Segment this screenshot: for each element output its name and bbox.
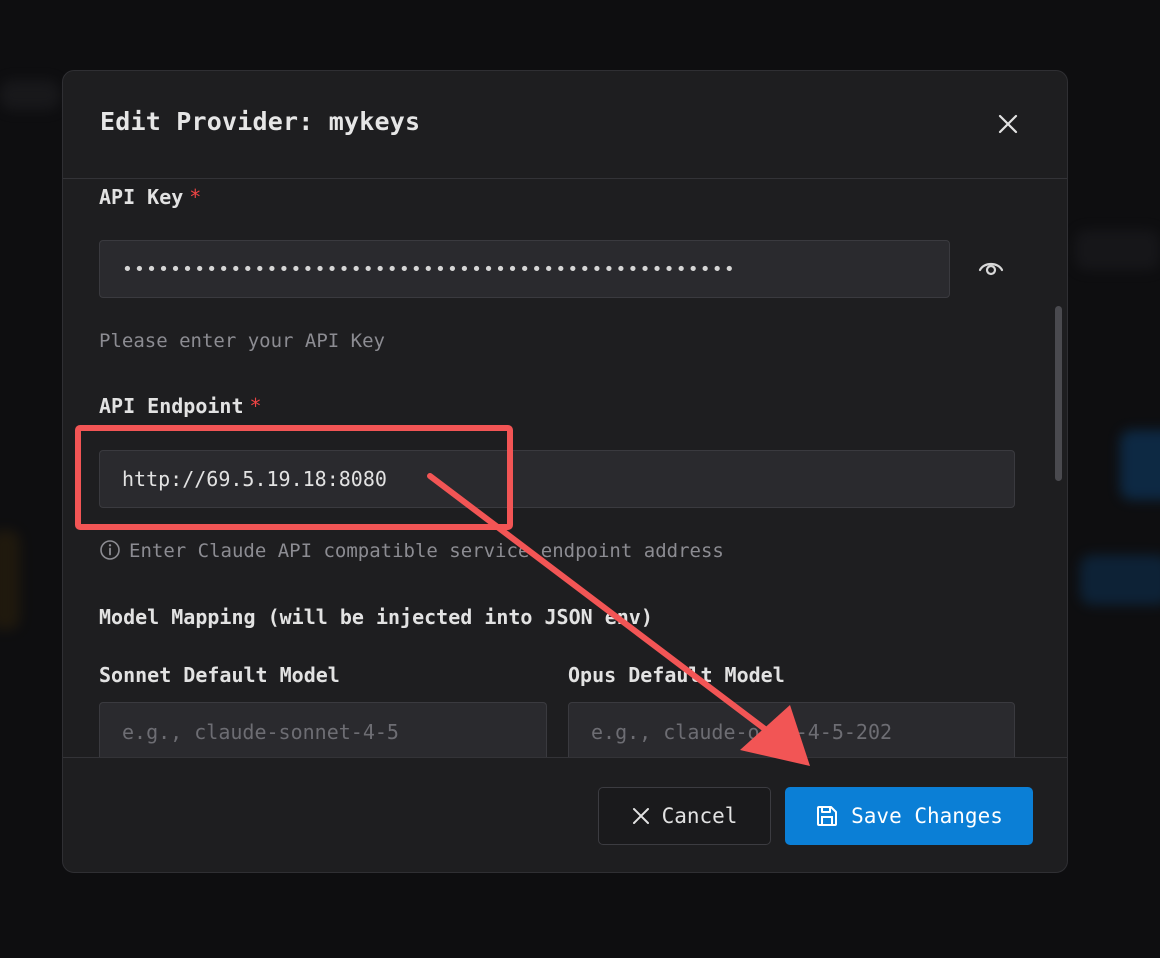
api-key-masked-value: ••••••••••••••••••••••••••••••••••••••••…	[122, 258, 736, 280]
background-blur-element	[1120, 430, 1160, 500]
api-endpoint-label-text: API Endpoint	[99, 394, 244, 418]
dialog-footer: Cancel Save Changes	[63, 757, 1067, 872]
dialog-scrollbar[interactable]	[1053, 306, 1065, 481]
api-endpoint-help: Enter Claude API compatible service endp…	[99, 539, 724, 562]
x-icon	[632, 807, 650, 825]
sonnet-model-input[interactable]: e.g., claude-sonnet-4-5	[99, 702, 547, 757]
cancel-button[interactable]: Cancel	[598, 787, 771, 845]
api-key-label: API Key *	[99, 185, 201, 209]
model-mapping-heading: Model Mapping (will be injected into JSO…	[99, 605, 653, 629]
required-mark: *	[189, 185, 202, 209]
api-key-field[interactable]: ••••••••••••••••••••••••••••••••••••••••…	[99, 240, 950, 298]
required-mark: *	[249, 394, 262, 418]
dialog-header: Edit Provider: mykeys	[63, 71, 1067, 179]
api-key-help-text: Please enter your API Key	[99, 330, 385, 352]
sonnet-model-label: Sonnet Default Model	[99, 663, 340, 687]
background-blur-element	[0, 80, 60, 110]
scrollbar-thumb[interactable]	[1055, 306, 1062, 481]
close-button[interactable]	[991, 107, 1025, 141]
cancel-button-label: Cancel	[661, 804, 738, 828]
api-key-label-text: API Key	[99, 185, 184, 209]
opus-model-placeholder: e.g., claude-opus-4-5-202	[591, 720, 893, 744]
api-endpoint-field[interactable]: http://69.5.19.18:8080	[99, 450, 1015, 508]
sonnet-model-placeholder: e.g., claude-sonnet-4-5	[122, 720, 399, 744]
background-blur-element	[0, 530, 20, 630]
api-endpoint-value: http://69.5.19.18:8080	[122, 467, 387, 491]
save-button-label: Save Changes	[851, 804, 1003, 828]
opus-model-label: Opus Default Model	[568, 663, 785, 687]
save-icon	[815, 804, 839, 828]
dialog-body[interactable]: API Key * •••••••••••••••••••••••••••••••…	[63, 179, 1067, 757]
toggle-visibility-button[interactable]	[973, 253, 1009, 283]
close-icon	[998, 114, 1018, 134]
background-blur-element	[1080, 555, 1160, 605]
background-blur-element	[1075, 230, 1160, 270]
opus-model-input[interactable]: e.g., claude-opus-4-5-202	[568, 702, 1015, 757]
save-changes-button[interactable]: Save Changes	[785, 787, 1033, 845]
dialog-title: Edit Provider: mykeys	[100, 107, 421, 136]
edit-provider-dialog: Edit Provider: mykeys API Key * •••••••••…	[62, 70, 1068, 873]
api-endpoint-label: API Endpoint *	[99, 394, 262, 418]
api-endpoint-help-text: Enter Claude API compatible service endp…	[129, 540, 724, 562]
info-icon	[100, 539, 120, 560]
eye-icon	[978, 262, 1004, 276]
